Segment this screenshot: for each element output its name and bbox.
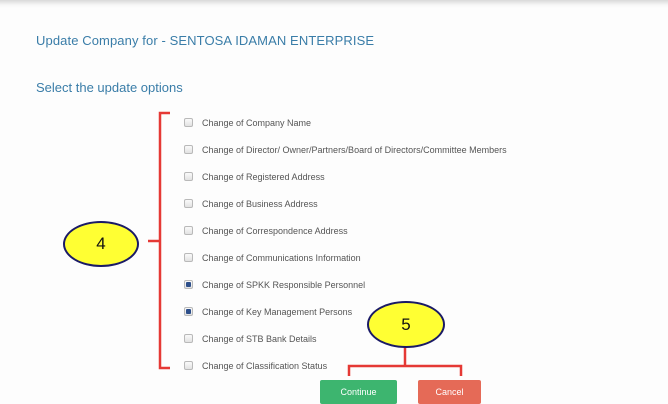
option-company-name[interactable]: Change of Company Name — [183, 109, 507, 136]
options-bracket — [158, 111, 170, 370]
option-key-management-persons[interactable]: Change of Key Management Persons — [183, 298, 507, 325]
cancel-button[interactable]: Cancel — [418, 380, 481, 404]
step-4-callout: 4 — [63, 221, 139, 267]
checkbox[interactable] — [184, 253, 193, 262]
checkbox-checked[interactable] — [184, 280, 193, 289]
option-spkk-responsible-personnel[interactable]: Change of SPKK Responsible Personnel — [183, 271, 507, 298]
option-registered-address[interactable]: Change of Registered Address — [183, 163, 507, 190]
option-label: Change of Communications Information — [202, 252, 361, 263]
option-label: Change of Registered Address — [202, 171, 325, 182]
continue-button[interactable]: Continue — [320, 380, 397, 404]
option-label: Change of Company Name — [202, 117, 312, 128]
checkbox[interactable] — [184, 199, 193, 208]
step-5-callout: 5 — [367, 301, 445, 348]
checkbox[interactable] — [184, 172, 193, 181]
page-title: Update Company for - SENTOSA IDAMAN ENTE… — [36, 33, 375, 48]
option-communications-information[interactable]: Change of Communications Information — [183, 244, 507, 271]
option-business-address[interactable]: Change of Business Address — [183, 190, 507, 217]
top-shadow — [0, 0, 668, 8]
checkbox[interactable] — [184, 226, 193, 235]
option-label: Change of Classification Status — [202, 360, 328, 371]
checkbox[interactable] — [184, 118, 193, 127]
option-label: Change of SPKK Responsible Personnel — [202, 279, 366, 290]
option-label: Change of STB Bank Details — [202, 333, 317, 344]
checkbox-checked[interactable] — [184, 307, 193, 316]
update-options-list: Change of Company Name Change of Directo… — [183, 109, 507, 379]
option-directors[interactable]: Change of Director/ Owner/Partners/Board… — [183, 136, 507, 163]
checkbox[interactable] — [184, 145, 193, 154]
checkbox[interactable] — [184, 334, 193, 343]
option-label: Change of Correspondence Address — [202, 225, 348, 236]
option-stb-bank-details[interactable]: Change of STB Bank Details — [183, 325, 507, 352]
option-label: Change of Director/ Owner/Partners/Board… — [202, 144, 507, 155]
option-label: Change of Business Address — [202, 198, 318, 209]
option-label: Change of Key Management Persons — [202, 306, 353, 317]
option-correspondence-address[interactable]: Change of Correspondence Address — [183, 217, 507, 244]
option-classification-status[interactable]: Change of Classification Status — [183, 352, 507, 379]
section-subtitle: Select the update options — [36, 80, 183, 95]
checkbox[interactable] — [184, 361, 193, 370]
